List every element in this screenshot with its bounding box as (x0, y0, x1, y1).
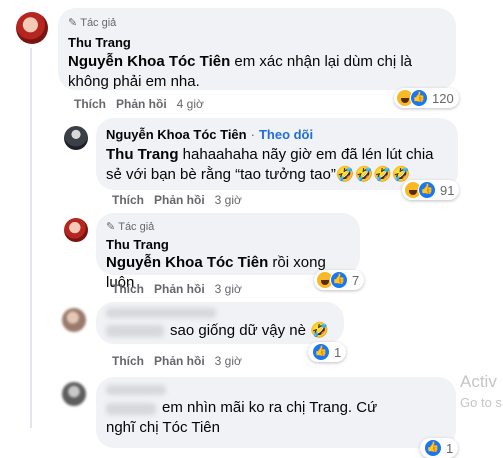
comment-text: Nguyễn Khoa Tóc Tiên em xác nhận lại dùm… (68, 53, 413, 90)
reply-button[interactable]: Phản hồi (154, 282, 205, 296)
like-button[interactable]: Thích (74, 97, 106, 111)
avatar[interactable] (16, 12, 48, 44)
reaction-summary[interactable]: 👍 120 (394, 88, 459, 108)
reaction-summary[interactable]: 👍 7 (314, 270, 365, 290)
reaction-summary[interactable]: 👍 1 (308, 342, 347, 362)
reaction-summary[interactable]: 👍 91 (402, 180, 460, 200)
reaction-count: 1 (446, 440, 454, 456)
reaction-summary[interactable]: 👍 1 (420, 438, 459, 458)
reply-button[interactable]: Phản hồi (154, 193, 205, 207)
comment-bubble: ✎ Tác giả Thu Trang Nguyễn Khoa Tóc Tiên… (58, 8, 456, 90)
comment-text: sao giống dữ vậy nè 🤣 (170, 322, 329, 339)
comment-text: Thu Trang hahaahaha nãy giờ em đã lén lú… (106, 146, 434, 183)
like-button[interactable]: Thích (112, 282, 144, 296)
comment-actions: Thích Phản hồi 3 giờ (112, 354, 242, 368)
mention-link[interactable]: Nguyễn Khoa Tóc Tiên (106, 254, 268, 271)
blurred-author-name (106, 385, 166, 395)
author-badge: ✎ Tác giả (106, 220, 155, 234)
timestamp[interactable]: 3 giờ (215, 354, 242, 368)
like-icon: 👍 (312, 343, 330, 361)
reaction-count: 91 (440, 182, 455, 198)
avatar[interactable] (62, 308, 86, 332)
comment-author-name[interactable]: Thu Trang (68, 35, 131, 50)
comment-bubble: sao giống dữ vậy nè 🤣 (96, 302, 344, 344)
thread-line (30, 48, 32, 428)
timestamp[interactable]: 4 giờ (177, 97, 204, 111)
like-button[interactable]: Thích (112, 193, 144, 207)
comment-bubble: ✎ Tác giả Thu Trang Nguyễn Khoa Tóc Tiên… (96, 213, 360, 291)
reply-button[interactable]: Phản hồi (154, 354, 205, 368)
comment-actions: Thích Phản hồi 4 giờ (74, 97, 204, 111)
avatar[interactable] (62, 382, 86, 406)
reaction-count: 1 (334, 344, 342, 360)
mention-link[interactable]: Nguyễn Khoa Tóc Tiên (68, 53, 230, 70)
pen-icon: ✎ (106, 221, 116, 233)
timestamp[interactable]: 3 giờ (215, 282, 242, 296)
comment-actions: Thích Phản hồi 3 giờ (112, 282, 242, 296)
avatar[interactable] (64, 218, 88, 242)
mention-link[interactable]: Thu Trang (106, 146, 179, 163)
author-badge: ✎ Tác giả (68, 16, 117, 30)
reaction-count: 7 (352, 272, 360, 288)
reply-button[interactable]: Phản hồi (116, 97, 167, 111)
reaction-count: 120 (432, 90, 454, 106)
pen-icon: ✎ (68, 17, 78, 29)
activation-watermark: Activ Go to s (460, 372, 502, 410)
comment-bubble: em nhìn mãi ko ra chị Trang. Cứ nghĩ chị… (96, 377, 456, 448)
timestamp[interactable]: 3 giờ (215, 193, 242, 207)
blurred-mention (106, 325, 164, 337)
like-button[interactable]: Thích (112, 354, 144, 368)
follow-button[interactable]: Theo dõi (259, 127, 313, 142)
comment-actions: Thích Phản hồi 3 giờ (112, 193, 242, 207)
comment-text: em nhìn mãi ko ra chị Trang. Cứ nghĩ chị… (106, 399, 378, 436)
like-icon: 👍 (410, 89, 428, 107)
blurred-author-name (106, 308, 216, 318)
like-icon: 👍 (418, 181, 436, 199)
comment-author-name[interactable]: Thu Trang (106, 237, 169, 252)
comment-author-name[interactable]: Nguyễn Khoa Tóc Tiên (106, 127, 247, 142)
separator-dot: · (250, 127, 255, 142)
avatar[interactable] (64, 126, 88, 150)
like-icon: 👍 (424, 439, 442, 457)
comment-bubble: Nguyễn Khoa Tóc Tiên · Theo dõi Thu Tran… (96, 118, 458, 190)
like-icon: 👍 (330, 271, 348, 289)
